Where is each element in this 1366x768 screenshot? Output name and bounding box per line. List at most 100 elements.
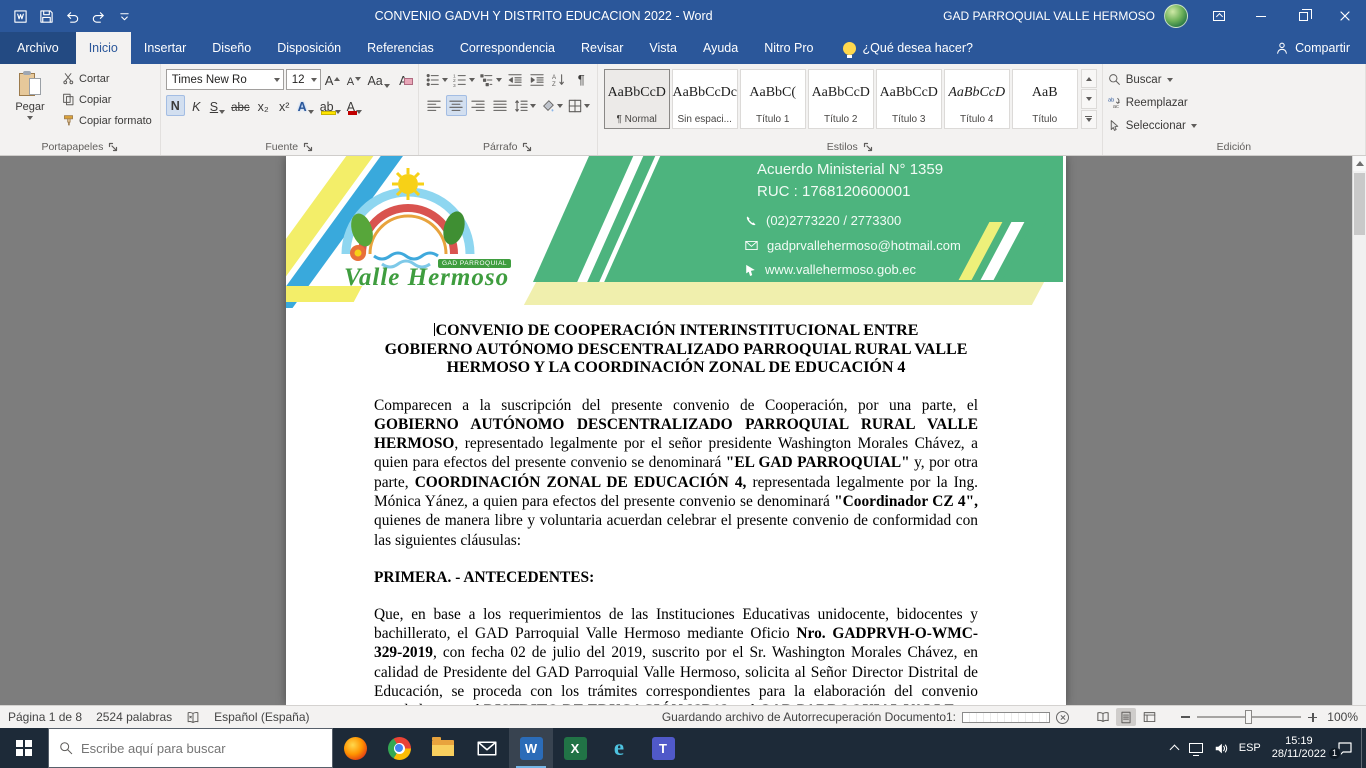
increase-indent-button[interactable]	[527, 69, 548, 90]
taskbar-firefox[interactable]	[333, 728, 377, 768]
subscript-button[interactable]: x₂	[254, 95, 273, 116]
style-titulo[interactable]: AaB Título	[1012, 69, 1078, 129]
minimize-button[interactable]	[1240, 0, 1282, 32]
web-layout-icon[interactable]	[1139, 708, 1159, 726]
change-case-button[interactable]: Aa	[365, 69, 391, 90]
tab-inicio[interactable]: Inicio	[76, 32, 131, 64]
line-spacing-button[interactable]	[512, 95, 538, 116]
superscript-button[interactable]: x²	[275, 95, 294, 116]
redo-icon[interactable]	[88, 6, 108, 26]
word-app-icon[interactable]	[10, 6, 30, 26]
vertical-scrollbar[interactable]	[1352, 156, 1366, 705]
clear-formatting-button[interactable]: A	[394, 69, 413, 90]
style-titulo-2[interactable]: AaBbCcD Título 2	[808, 69, 874, 129]
heading-antecedentes[interactable]: PRIMERA. - ANTECEDENTES:	[374, 569, 978, 587]
shading-button[interactable]	[539, 95, 565, 116]
document-body[interactable]: CONVENIO DE COOPERACIÓN INTERINSTITUCION…	[286, 308, 1066, 705]
paste-button[interactable]: Pegar	[5, 68, 55, 121]
gallery-down-icon[interactable]	[1081, 89, 1097, 108]
dialog-launcher-icon[interactable]	[108, 142, 118, 152]
read-mode-icon[interactable]	[1093, 708, 1113, 726]
account-name[interactable]: GAD PARROQUIAL VALLE HERMOSO	[943, 9, 1155, 23]
taskbar-excel[interactable]: X	[553, 728, 597, 768]
tab-disposicion[interactable]: Disposición	[264, 32, 354, 64]
taskbar-mail[interactable]	[465, 728, 509, 768]
account-avatar[interactable]	[1164, 4, 1188, 28]
tab-referencias[interactable]: Referencias	[354, 32, 447, 64]
scroll-up-icon[interactable]	[1353, 156, 1366, 171]
start-button[interactable]	[0, 728, 48, 768]
tab-insertar[interactable]: Insertar	[131, 32, 199, 64]
word-count[interactable]: 2524 palabras	[96, 710, 172, 724]
language-indicator[interactable]: Español (España)	[214, 710, 309, 724]
keyboard-language[interactable]: ESP	[1239, 742, 1261, 754]
taskbar-word[interactable]: W	[509, 728, 553, 768]
cancel-save-icon[interactable]	[1056, 711, 1069, 724]
taskbar-explorer[interactable]	[421, 728, 465, 768]
document-title[interactable]: CONVENIO DE COOPERACIÓN INTERINSTITUCION…	[374, 322, 978, 378]
dialog-launcher-icon[interactable]	[863, 142, 873, 152]
replace-button[interactable]: abac Reemplazar	[1108, 92, 1197, 113]
dialog-launcher-icon[interactable]	[303, 142, 313, 152]
tab-diseno[interactable]: Diseño	[199, 32, 264, 64]
grow-font-button[interactable]: A	[323, 69, 343, 90]
underline-button[interactable]: S	[208, 95, 227, 116]
multilevel-list-button[interactable]	[478, 69, 504, 90]
tab-vista[interactable]: Vista	[636, 32, 690, 64]
action-center-icon[interactable]: 1	[1337, 741, 1353, 756]
paragraph-2[interactable]: Que, en base a los requerimientos de las…	[374, 605, 978, 705]
bold-button[interactable]: N	[166, 95, 185, 116]
zoom-slider[interactable]	[1197, 716, 1301, 718]
align-left-button[interactable]	[424, 95, 445, 116]
zoom-slider-thumb[interactable]	[1245, 710, 1252, 724]
tab-archivo[interactable]: Archivo	[0, 32, 76, 64]
scrollbar-thumb[interactable]	[1354, 173, 1365, 235]
format-painter-button[interactable]: Copiar formato	[59, 110, 155, 131]
italic-button[interactable]: K	[187, 95, 206, 116]
taskbar-edge[interactable]: e	[597, 728, 641, 768]
print-layout-icon[interactable]	[1116, 708, 1136, 726]
align-right-button[interactable]	[468, 95, 489, 116]
tab-correspondencia[interactable]: Correspondencia	[447, 32, 568, 64]
text-effects-button[interactable]: A	[296, 95, 316, 116]
close-button[interactable]	[1324, 0, 1366, 32]
dialog-launcher-icon[interactable]	[522, 142, 532, 152]
select-button[interactable]: Seleccionar	[1108, 115, 1197, 136]
borders-button[interactable]	[566, 95, 592, 116]
hidden-icons-chevron[interactable]	[1171, 743, 1178, 753]
zoom-out-icon[interactable]	[1181, 716, 1190, 718]
taskbar-chrome[interactable]	[377, 728, 421, 768]
network-icon[interactable]	[1189, 743, 1203, 753]
proofing-icon[interactable]	[186, 711, 200, 724]
shrink-font-button[interactable]: A	[344, 69, 363, 90]
decrease-indent-button[interactable]	[505, 69, 526, 90]
taskbar-clock[interactable]: 15:19 28/11/2022	[1272, 735, 1326, 761]
justify-button[interactable]	[490, 95, 511, 116]
align-center-button[interactable]	[446, 95, 467, 116]
paragraph-1[interactable]: Comparecen a la suscripción del presente…	[374, 396, 978, 550]
font-size-combo[interactable]: 12	[286, 69, 321, 90]
undo-icon[interactable]	[62, 6, 82, 26]
style-normal[interactable]: AaBbCcD ¶ Normal	[604, 69, 670, 129]
tell-me-box[interactable]: ¿Qué desea hacer?	[843, 32, 974, 64]
zoom-in-icon[interactable]	[1308, 713, 1317, 722]
bullets-button[interactable]	[424, 69, 450, 90]
search-input[interactable]	[81, 741, 322, 756]
page-indicator[interactable]: Página 1 de 8	[8, 710, 82, 724]
tab-revisar[interactable]: Revisar	[568, 32, 636, 64]
restore-button[interactable]	[1282, 0, 1324, 32]
tab-nitro-pro[interactable]: Nitro Pro	[751, 32, 826, 64]
gallery-up-icon[interactable]	[1081, 69, 1097, 88]
highlight-color-button[interactable]: ab	[318, 95, 343, 116]
copy-button[interactable]: Copiar	[59, 89, 155, 110]
volume-icon[interactable]	[1214, 742, 1228, 755]
tab-ayuda[interactable]: Ayuda	[690, 32, 751, 64]
find-button[interactable]: Buscar	[1108, 69, 1197, 90]
save-icon[interactable]	[36, 6, 56, 26]
share-button[interactable]: Compartir	[1259, 32, 1366, 64]
sort-button[interactable]: AZ	[549, 69, 570, 90]
numbering-button[interactable]: 123	[451, 69, 477, 90]
style-titulo-3[interactable]: AaBbCcD Título 3	[876, 69, 942, 129]
taskbar-search[interactable]	[48, 728, 333, 768]
style-sin-espaciado[interactable]: AaBbCcDc Sin espaci...	[672, 69, 738, 129]
